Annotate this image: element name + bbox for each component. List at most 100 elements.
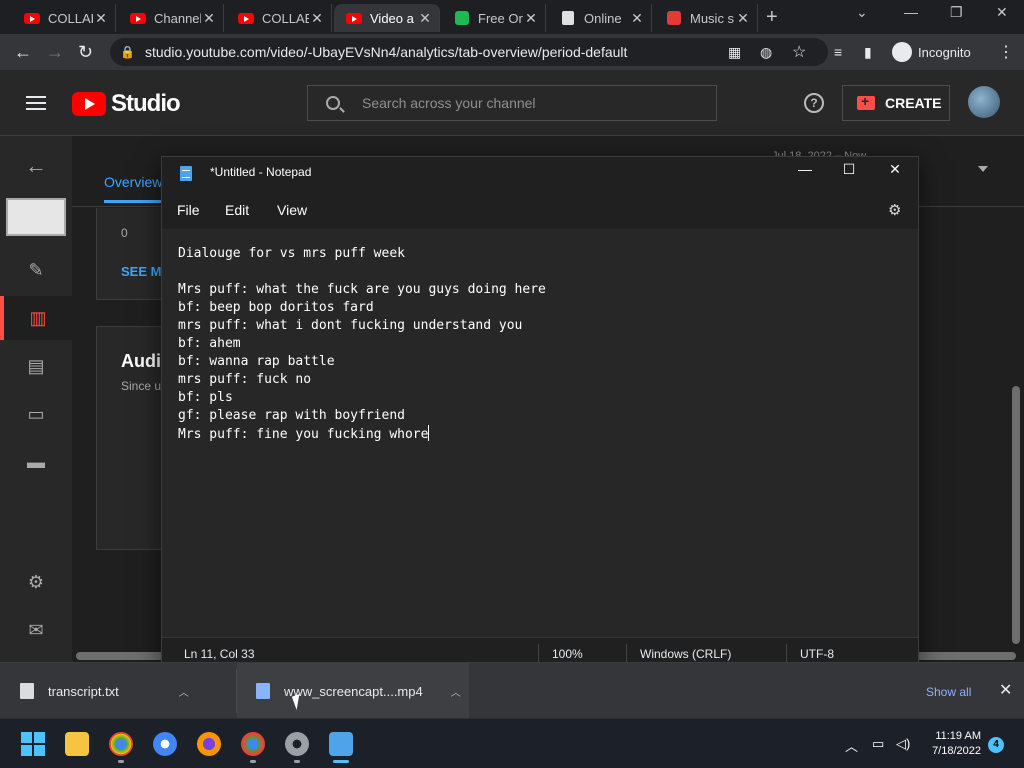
close-tab-icon[interactable]: ✕ (201, 10, 217, 27)
display-icon[interactable]: ▭ (872, 736, 884, 752)
search-input[interactable] (362, 95, 692, 111)
studio-logo-text[interactable]: Studio (111, 90, 181, 118)
browser-tab[interactable]: Online ✕ (548, 4, 652, 32)
browser-tab[interactable]: COLLAB ✕ (226, 4, 332, 32)
file-explorer-icon[interactable] (65, 732, 89, 756)
close-shelf-icon[interactable]: ✕ (999, 680, 1012, 700)
chrome-profile-icon[interactable] (241, 732, 265, 763)
close-tab-icon[interactable]: ✕ (735, 10, 751, 27)
chevron-up-icon[interactable]: ︿ (845, 736, 858, 755)
browser-toolbar: ← → ↻ 🔒 studio.youtube.com/video/-UbayEV… (0, 34, 1024, 70)
channel-search[interactable] (307, 85, 717, 121)
chrome-icon[interactable] (109, 732, 133, 763)
create-button[interactable]: CREATE (842, 85, 950, 121)
close-window-icon[interactable]: ✕ (996, 4, 1008, 21)
incognito-label: Incognito (918, 44, 971, 60)
back-icon[interactable]: ← (14, 42, 32, 63)
firefox-icon[interactable] (197, 732, 221, 756)
clock-time: 11:19 AM (935, 730, 981, 742)
menu-edit[interactable]: Edit (225, 202, 249, 218)
settings-gear-icon[interactable] (285, 732, 309, 763)
close-tab-icon[interactable]: ✕ (417, 10, 433, 27)
menu-file[interactable]: File (177, 202, 200, 218)
create-label: CREATE (885, 95, 942, 111)
youtube-icon (130, 10, 146, 26)
install-app-icon[interactable]: ▦ (728, 44, 741, 61)
settings-gear-icon[interactable]: ⚙ (888, 201, 901, 219)
minimize-icon[interactable]: — (782, 161, 828, 185)
notepad-taskbar-icon[interactable] (329, 732, 353, 763)
bookmark-star-icon[interactable]: ☆ (792, 42, 806, 62)
lock-icon: 🔒 (120, 45, 135, 59)
vertical-scrollbar[interactable] (1012, 386, 1020, 644)
hamburger-menu-icon[interactable] (26, 96, 46, 110)
browser-tab-active[interactable]: Video a ✕ (334, 4, 440, 32)
chevron-up-icon[interactable]: ︿ (179, 684, 189, 699)
browser-tab-strip: COLLAB ✕ Channel ✕ COLLAB ✕ Video a ✕ Fr… (0, 0, 1024, 34)
download-filename: transcript.txt (48, 683, 119, 699)
browser-tab[interactable]: COLLAB ✕ (12, 4, 116, 32)
notepad-titlebar[interactable]: *Untitled - Notepad — ☐ ✕ (162, 157, 918, 189)
notepad-content: Dialouge for vs mrs puff week Mrs puff: … (178, 246, 546, 442)
close-tab-icon[interactable]: ✕ (93, 10, 109, 27)
close-icon[interactable]: ✕ (872, 161, 918, 185)
search-icon (326, 96, 340, 110)
volume-icon[interactable]: ◁) (896, 736, 910, 752)
browser-tab[interactable]: Channel ✕ (118, 4, 224, 32)
maximize-icon[interactable]: ☐ (826, 161, 872, 185)
incognito-indicator[interactable]: Incognito (892, 42, 971, 62)
close-tab-icon[interactable]: ✕ (309, 10, 325, 27)
help-icon[interactable]: ? (804, 93, 824, 113)
close-tab-icon[interactable]: ✕ (629, 10, 645, 27)
url-text: studio.youtube.com/video/-UbayEVsNn4/ana… (144, 44, 628, 60)
notepad-menubar: File Edit View ⚙ (162, 189, 918, 229)
details-pencil-icon[interactable]: ✎ (0, 248, 72, 292)
back-arrow-icon[interactable]: ← (0, 144, 72, 188)
youtube-icon (24, 10, 40, 26)
see-more-link[interactable]: SEE M (121, 264, 161, 279)
restore-icon[interactable]: ❐ (950, 4, 963, 21)
forward-icon[interactable]: → (46, 42, 64, 63)
tab-search-icon[interactable]: ⌄ (856, 4, 868, 21)
date-dropdown-chevron-icon[interactable] (978, 166, 988, 172)
eye-off-icon[interactable]: ◍ (760, 44, 772, 61)
system-clock[interactable]: 11:19 AM 7/18/2022 (925, 729, 981, 759)
clock-date: 7/18/2022 (932, 745, 981, 757)
tab-title: Online (584, 10, 622, 26)
menu-kebab-icon[interactable]: ⋮ (998, 42, 1014, 62)
windows-start-icon[interactable] (21, 732, 45, 756)
red-bolt-icon (666, 10, 682, 26)
download-item[interactable]: transcript.txt ︿ (20, 663, 189, 719)
browser-tab[interactable]: Music s ✕ (654, 4, 758, 32)
audience-card-title: Audi (121, 351, 161, 371)
side-panel-icon[interactable]: ▮ (864, 44, 872, 61)
tab-title: Channel (154, 10, 201, 26)
reload-icon[interactable]: ↻ (78, 42, 93, 63)
download-item[interactable]: www_screencapt....mp4 ︿ (256, 663, 461, 719)
notification-badge[interactable]: 4 (988, 737, 1004, 753)
download-filename: www_screencapt....mp4 (284, 683, 423, 699)
tab-overview[interactable]: Overview (104, 174, 171, 203)
comments-icon[interactable]: ▭ (0, 392, 72, 436)
minimize-icon[interactable]: — (904, 4, 918, 20)
close-tab-icon[interactable]: ✕ (523, 10, 539, 27)
new-tab-icon[interactable]: + (766, 6, 778, 29)
media-control-icon[interactable]: ≡ (834, 44, 842, 60)
download-shelf: transcript.txt ︿ www_screencapt....mp4 ︿… (0, 662, 1024, 719)
avatar[interactable] (968, 86, 1000, 118)
chrome-canary-icon[interactable] (153, 732, 177, 756)
browser-tab[interactable]: Free On ✕ (442, 4, 546, 32)
address-bar[interactable]: 🔒 studio.youtube.com/video/-UbayEVsNn4/a… (110, 38, 828, 66)
analytics-icon[interactable]: ▥ (0, 296, 72, 340)
tab-title: Music s (690, 10, 735, 26)
menu-view[interactable]: View (277, 202, 307, 218)
video-thumbnail[interactable] (6, 198, 66, 236)
settings-gear-icon[interactable]: ⚙ (0, 560, 72, 604)
youtube-logo-icon[interactable] (72, 92, 106, 116)
chevron-up-icon[interactable]: ︿ (451, 684, 461, 699)
editor-clapper-icon[interactable]: ▤ (0, 344, 72, 388)
feedback-icon[interactable]: ✉ (0, 608, 72, 652)
subtitles-icon[interactable]: ▬ (0, 440, 72, 484)
show-all-link[interactable]: Show all (926, 685, 971, 699)
notepad-text-area[interactable]: Dialouge for vs mrs puff week Mrs puff: … (162, 229, 918, 637)
